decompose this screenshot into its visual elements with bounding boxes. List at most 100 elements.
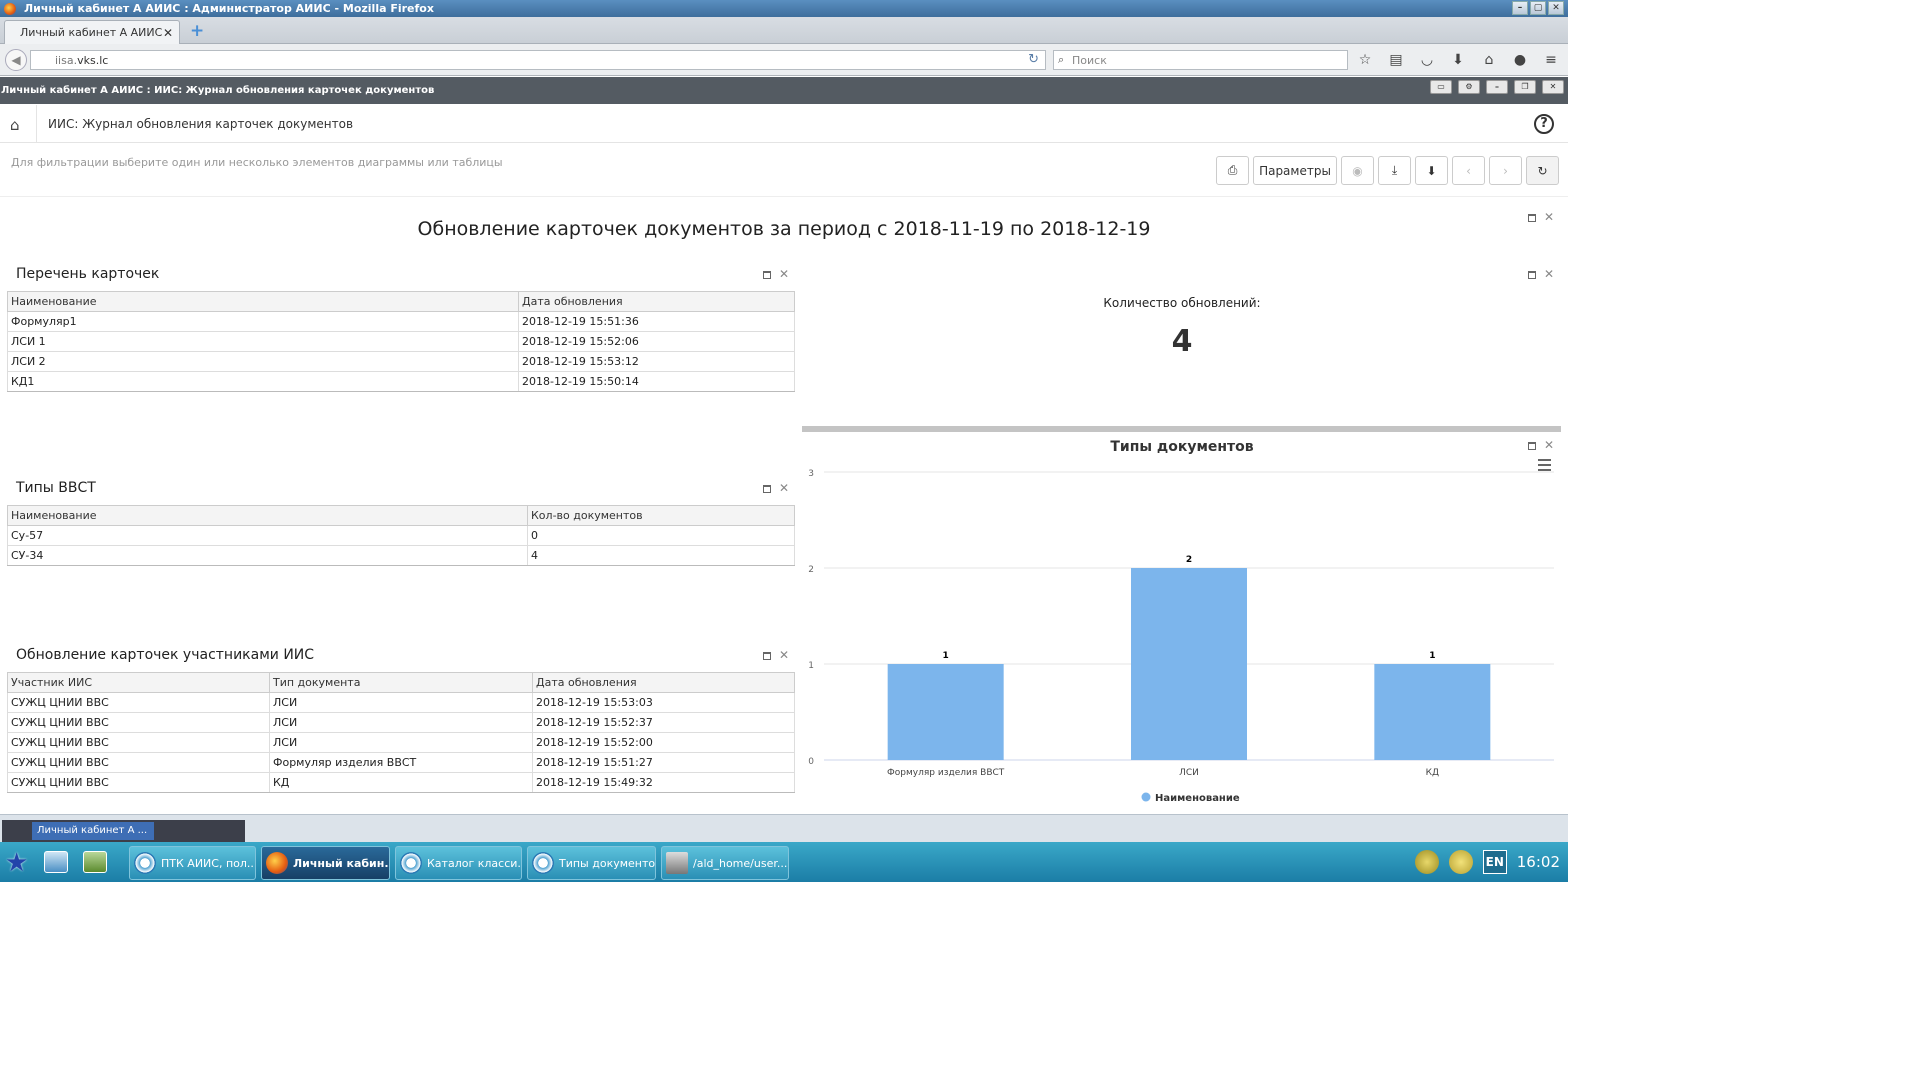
column-header[interactable]: Кол-во документов (527, 505, 795, 526)
table-row[interactable]: СУЖЦ ЦНИИ ВВС ЛСИ 2018-12-19 15:52:37 (7, 712, 795, 733)
keyboard-layout-indicator[interactable]: EN (1482, 850, 1507, 874)
menu-hamburger-icon[interactable]: ≡ (1542, 52, 1560, 68)
minimize-window-button[interactable]: – (1512, 1, 1528, 15)
bookmark-star-icon[interactable]: ☆ (1356, 52, 1374, 68)
taskbar-item[interactable]: /ald_home/user... (661, 846, 789, 880)
table-row[interactable]: КД1 2018-12-19 15:50:14 (7, 371, 795, 392)
taskbar-item[interactable]: Каталог класси... (395, 846, 522, 880)
table-row[interactable]: ЛСИ 2 2018-12-19 15:53:12 (7, 351, 795, 372)
taskbar-item-label: Каталог класси... (427, 856, 522, 870)
home-icon[interactable]: ⌂ (1480, 52, 1498, 68)
close-window-button[interactable]: ✕ (1548, 1, 1564, 15)
y-tick-label: 1 (808, 661, 814, 671)
column-header[interactable]: Участник ИИС (7, 672, 270, 693)
url-bar[interactable]: iisa. vks.lc ↻ (30, 50, 1046, 70)
help-icon[interactable]: ? (1534, 114, 1554, 134)
table-row[interactable]: СУЖЦ ЦНИИ ВВС ЛСИ 2018-12-19 15:53:03 (7, 692, 795, 713)
download-button[interactable]: ⬇ (1415, 156, 1448, 185)
window-task-item[interactable]: Личный кабинет А ... (32, 822, 154, 840)
home-icon[interactable]: ⌂ (10, 116, 20, 134)
toolbar-divider (0, 196, 1568, 197)
table-cell: ЛСИ (269, 692, 533, 713)
close-icon[interactable]: ✕ (779, 268, 789, 280)
prev-button[interactable]: ‹ (1452, 156, 1485, 185)
next-button[interactable]: › (1489, 156, 1522, 185)
export-button[interactable]: ⤓ (1378, 156, 1411, 185)
close-app-button[interactable]: ✕ (1542, 80, 1564, 94)
record-button[interactable]: ◉ (1341, 156, 1374, 185)
collapse-window-button[interactable]: ▭ (1430, 80, 1452, 94)
file-manager-icon[interactable] (83, 851, 107, 873)
search-placeholder: Поиск (1072, 53, 1107, 67)
close-icon[interactable]: ✕ (779, 649, 789, 661)
volume-icon[interactable] (1448, 850, 1473, 874)
maximize-icon[interactable] (1528, 214, 1536, 222)
close-icon[interactable]: ✕ (779, 482, 789, 494)
bar[interactable] (887, 664, 1004, 760)
chat-icon[interactable]: ● (1511, 52, 1529, 68)
browser-tab[interactable]: Личный кабинет А АИИС ... ✕ (4, 20, 180, 44)
table-row[interactable]: Формуляр1 2018-12-19 15:51:36 (7, 311, 795, 332)
dashboard-title: Обновление карточек документов за период… (417, 218, 1151, 240)
maximize-icon[interactable] (763, 485, 771, 493)
close-icon[interactable]: ✕ (1544, 268, 1554, 280)
network-icon[interactable] (1414, 850, 1439, 874)
reading-list-icon[interactable]: ▤ (1387, 52, 1405, 68)
vvst-panel-controls: ✕ (763, 482, 789, 494)
chevron-left-icon: ‹ (1466, 163, 1471, 178)
desktop-icon[interactable] (44, 851, 68, 873)
new-tab-icon[interactable]: + (190, 23, 206, 40)
taskbar-item[interactable]: Личный кабин... (261, 846, 390, 880)
maximize-icon[interactable] (763, 652, 771, 660)
column-header[interactable]: Дата обновления (518, 291, 795, 312)
taskbar-item[interactable]: ПТК АИИС, пол... (129, 846, 256, 880)
minimize-app-button[interactable]: – (1486, 80, 1508, 94)
params-button[interactable]: Параметры (1253, 156, 1337, 185)
window-titlebar: Личный кабинет А АИИС : Администратор АИ… (0, 0, 1568, 17)
firefox-icon (4, 2, 16, 15)
table-cell: Су-57 (7, 525, 528, 546)
reload-icon[interactable]: ↻ (1028, 52, 1039, 67)
download-icon[interactable]: ⬇ (1449, 52, 1467, 68)
table-cell: 0 (527, 525, 795, 546)
table-row[interactable]: Су-57 0 (7, 525, 795, 546)
settings-window-button[interactable]: ⚙ (1458, 80, 1480, 94)
taskbar-item[interactable]: Типы документов (527, 846, 656, 880)
search-input[interactable]: ⌕ Поиск (1053, 50, 1348, 70)
system-tray: EN 16:02 (1414, 850, 1560, 874)
bar[interactable] (1131, 568, 1247, 760)
table-row[interactable]: ЛСИ 1 2018-12-19 15:52:06 (7, 331, 795, 352)
table-row[interactable]: СУЖЦ ЦНИИ ВВС Формуляр изделия ВВСТ 2018-1… (7, 752, 795, 773)
maximize-icon[interactable] (763, 271, 771, 279)
maximize-window-button[interactable]: ▢ (1530, 1, 1546, 15)
table-cell: ЛСИ 1 (7, 331, 519, 352)
tab-strip: Личный кабинет А АИИС ... ✕ + (0, 17, 1568, 44)
column-header[interactable]: Дата обновления (532, 672, 795, 693)
counter-value: 4 (1171, 324, 1193, 359)
maximize-icon[interactable] (1528, 271, 1536, 279)
bar[interactable] (1374, 664, 1491, 760)
column-header[interactable]: Наименование (7, 291, 519, 312)
table-row[interactable]: СУЖЦ ЦНИИ ВВС ЛСИ 2018-12-19 15:52:00 (7, 732, 795, 753)
table-cell: 4 (527, 545, 795, 566)
print-button[interactable]: ⎙ (1216, 156, 1249, 185)
back-arrow-icon[interactable]: ◀ (5, 49, 27, 71)
clock[interactable]: 16:02 (1517, 853, 1560, 871)
panel-splitter[interactable] (802, 426, 1561, 432)
table-cell: ЛСИ 2 (7, 351, 519, 372)
column-header[interactable]: Наименование (7, 505, 528, 526)
pocket-icon[interactable]: ◡ (1418, 52, 1436, 68)
refresh-button[interactable]: ↻ (1526, 156, 1559, 185)
table-cell: СУЖЦ ЦНИИ ВВС (7, 732, 270, 753)
close-icon[interactable]: ✕ (1544, 211, 1554, 223)
column-header[interactable]: Тип документа (269, 672, 533, 693)
restore-app-button[interactable]: ❐ (1514, 80, 1536, 94)
legend-marker[interactable] (1141, 792, 1151, 802)
tab-close-icon[interactable]: ✕ (163, 26, 173, 40)
legend-label[interactable]: Наименование (1155, 793, 1240, 804)
updates-panel-controls: ✕ (763, 649, 789, 661)
table-row[interactable]: СУ-34 4 (7, 545, 795, 566)
start-star-icon[interactable]: ★ (5, 848, 28, 878)
table-row[interactable]: СУЖЦ ЦНИИ ВВС КД 2018-12-19 15:49:32 (7, 772, 795, 793)
firefox-icon (266, 852, 288, 874)
